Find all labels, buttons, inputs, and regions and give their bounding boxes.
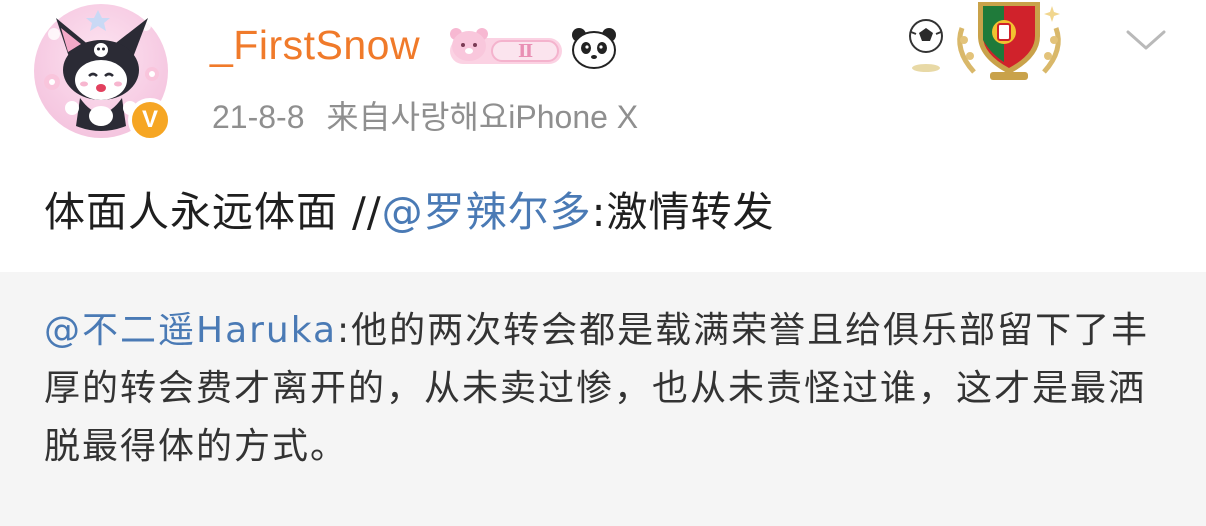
post-text-suffix: :激情转发 <box>591 188 775 236</box>
orange-verified-icon: V <box>128 98 172 142</box>
post-text: 体面人永远体面 //@罗辣尔多:激情转发 <box>44 178 775 238</box>
chevron-down-icon[interactable] <box>1124 26 1168 56</box>
portugal-shield-icon <box>957 2 1061 80</box>
source-prefix: 来自 <box>326 99 391 135</box>
repost-text: @不二遥Haruka:他的两次转会都是载满荣誉且给俱乐部留下了丰厚的转会费才离开… <box>44 302 1174 476</box>
post-date: 21-8-8 <box>212 99 305 135</box>
soccer-ball-icon <box>909 19 943 72</box>
repost-box[interactable]: @不二遥Haruka:他的两次转会都是载满荣誉且给俱乐部留下了丰厚的转会费才离开… <box>0 272 1206 526</box>
post-meta: 21-8-8 来自사랑해요iPhone X <box>212 92 638 138</box>
post-text-prefix: 体面人永远体面 // <box>44 188 382 236</box>
source-device[interactable]: 사랑해요iPhone X <box>391 99 639 135</box>
username[interactable]: _FirstSnow <box>210 22 420 69</box>
panda-icon <box>572 28 616 69</box>
repost-mention-link[interactable]: @不二遥Haruka <box>44 310 337 351</box>
post-header: V _FirstSnow Ⅱ 21-8-8 来自사랑해요iPhone X <box>0 0 1206 160</box>
mention-link[interactable]: @罗辣尔多 <box>382 188 592 236</box>
pink-bear-badge-icon: Ⅱ <box>450 28 562 64</box>
level-badge-label: Ⅱ <box>518 41 533 62</box>
